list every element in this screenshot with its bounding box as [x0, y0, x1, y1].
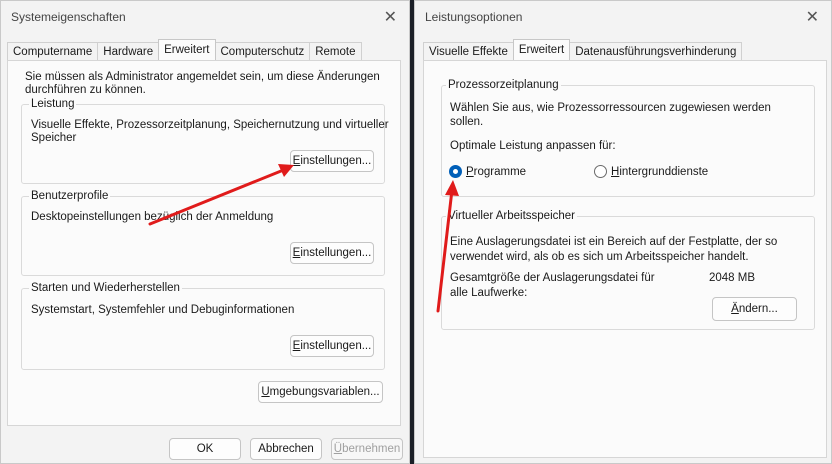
startup-recovery-settings-button[interactable]: Einstellungen...	[290, 335, 374, 357]
virtual-memory-description-line-1: Eine Auslagerungsdatei ist ein Bereich a…	[450, 236, 778, 248]
tab-data-execution-prevention[interactable]: Datenausführungsverhinderung	[569, 42, 743, 60]
performance-settings-button[interactable]: Einstellungen...	[290, 150, 374, 172]
total-paging-size-value: 2048 MB	[709, 272, 756, 284]
close-icon[interactable]: ✕	[384, 7, 397, 27]
title-bar: Systemeigenschaften ✕	[1, 1, 409, 33]
window-title: Leistungsoptionen	[425, 10, 523, 24]
background-services-radio[interactable]	[594, 165, 607, 178]
programs-radio[interactable]	[449, 165, 462, 178]
processor-scheduling-description-line-2: sollen.	[450, 116, 484, 128]
background-services-radio-label[interactable]: Hintergrunddienste	[611, 165, 708, 179]
title-bar: Leistungsoptionen ✕	[415, 1, 831, 33]
total-paging-size-label-line-1: Gesamtgröße der Auslagerungsdatei für	[450, 272, 655, 284]
tab-computername[interactable]: Computername	[7, 42, 99, 60]
processor-scheduling-group-label: Prozessorzeitplanung	[446, 79, 561, 92]
change-virtual-memory-button[interactable]: Ändern...	[712, 297, 797, 321]
tab-computerschutz[interactable]: Computerschutz	[214, 42, 311, 60]
window-title: Systemeigenschaften	[11, 10, 126, 24]
advanced-tab-panel: Prozessorzeitplanung Wählen Sie aus, wie…	[423, 60, 827, 458]
tab-remote[interactable]: Remote	[309, 42, 362, 60]
virtual-memory-group-label: Virtueller Arbeitsspeicher	[446, 210, 577, 223]
advanced-tab-panel: Sie müssen als Administrator angemeldet …	[7, 60, 401, 426]
environment-variables-button[interactable]: Umgebungsvariablen...	[258, 381, 383, 403]
tab-hardware[interactable]: Hardware	[97, 42, 160, 60]
startup-recovery-description: Systemstart, Systemfehler und Debuginfor…	[31, 304, 295, 316]
performance-description-line-1: Visuelle Effekte, Prozessorzeitplanung, …	[31, 119, 389, 131]
processor-scheduling-description-line-1: Wählen Sie aus, wie Prozessorressourcen …	[450, 102, 771, 114]
virtual-memory-description-line-2: verwendet wird, als ob es sich um Arbeit…	[450, 251, 749, 263]
performance-group-label: Leistung	[29, 98, 77, 111]
performance-options-window: Leistungsoptionen ✕ Visuelle Effekte Erw…	[414, 0, 832, 464]
ok-button[interactable]: OK	[169, 438, 241, 460]
admin-notice-line-1: Sie müssen als Administrator angemeldet …	[25, 71, 380, 83]
performance-description-line-2: Speicher	[31, 132, 77, 144]
apply-button[interactable]: Übernehmen	[331, 438, 403, 460]
programs-radio-label[interactable]: Programme	[466, 165, 526, 179]
tab-strip: Visuelle Effekte Erweitert Datenausführu…	[423, 39, 743, 60]
user-profiles-description: Desktopeinstellungen bezüglich der Anmel…	[31, 211, 274, 223]
tab-erweitert[interactable]: Erweitert	[512, 39, 571, 60]
startup-recovery-group-label: Starten und Wiederherstellen	[29, 282, 182, 295]
admin-notice-line-2: durchführen zu können.	[25, 84, 146, 96]
tab-strip: Computername Hardware Erweitert Computer…	[7, 39, 362, 60]
cancel-button[interactable]: Abbrechen	[250, 438, 322, 460]
user-profiles-group-label: Benutzerprofile	[29, 190, 111, 203]
close-icon[interactable]: ✕	[806, 7, 819, 27]
optimize-for-label: Optimale Leistung anpassen für:	[450, 140, 616, 152]
user-profiles-settings-button[interactable]: Einstellungen...	[290, 242, 374, 264]
startup-recovery-group	[21, 288, 385, 370]
system-properties-window: Systemeigenschaften ✕ Computername Hardw…	[0, 0, 410, 464]
tab-erweitert[interactable]: Erweitert	[158, 39, 216, 60]
tab-visual-effects[interactable]: Visuelle Effekte	[423, 42, 514, 60]
total-paging-size-label-line-2: alle Laufwerke:	[450, 287, 528, 299]
user-profiles-group	[21, 196, 385, 276]
